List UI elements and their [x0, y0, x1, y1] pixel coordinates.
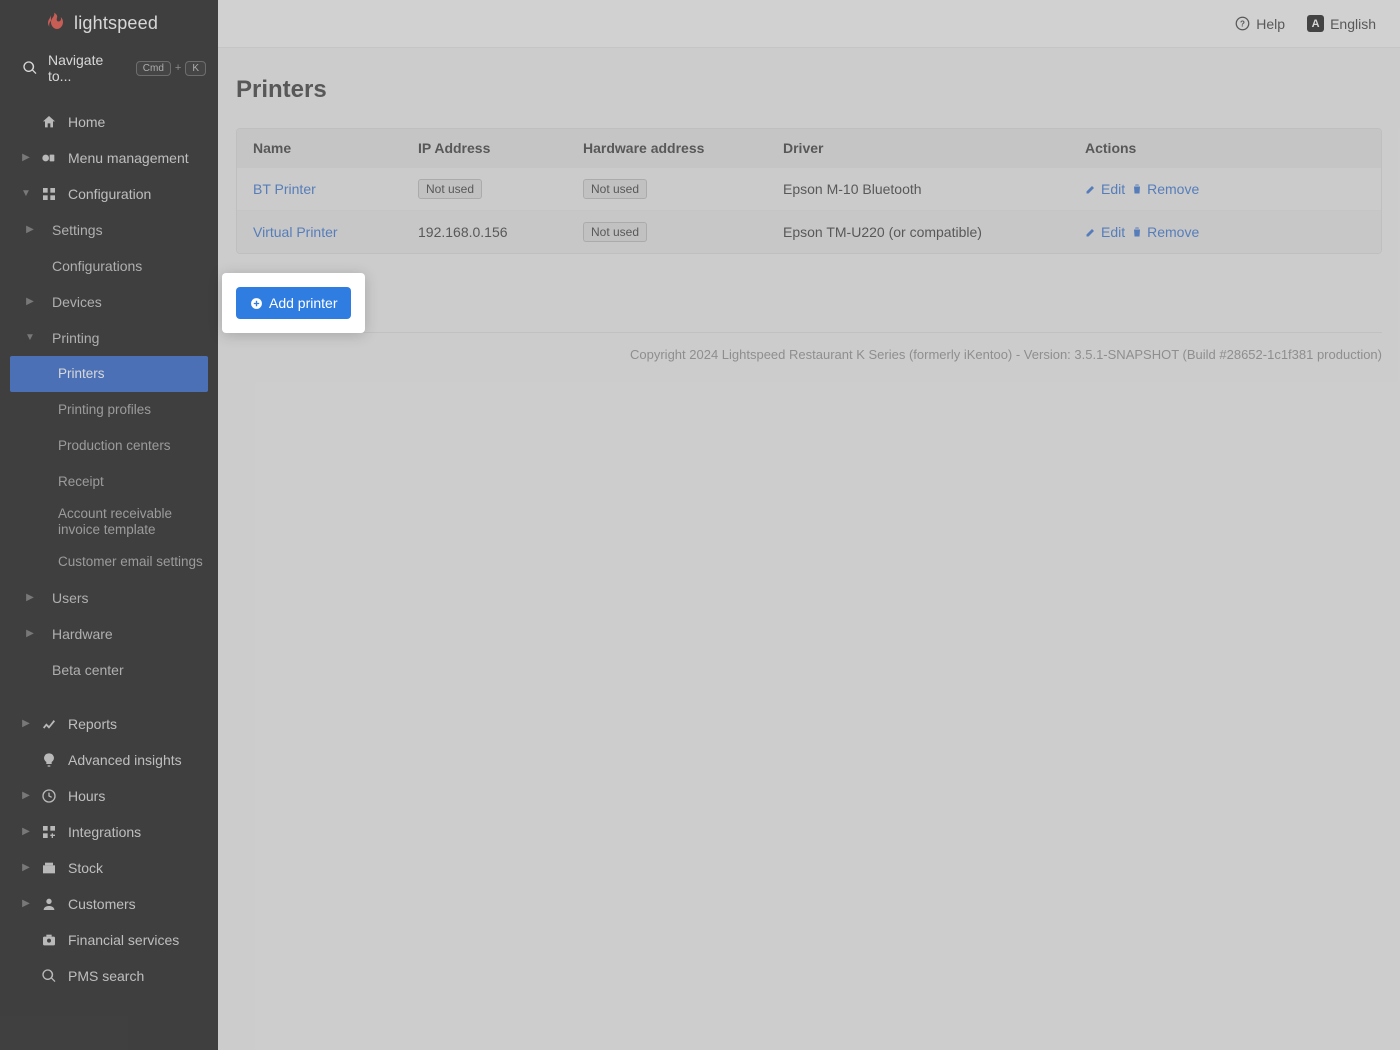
- printer-name-link[interactable]: Virtual Printer: [253, 224, 338, 240]
- col-actions: Actions: [1069, 129, 1381, 167]
- svg-text:?: ?: [1240, 20, 1245, 29]
- nav-menu-mgmt[interactable]: ▶Menu management: [0, 140, 218, 176]
- edit-link[interactable]: Edit: [1085, 224, 1125, 240]
- printers-table: Name IP Address Hardware address Driver …: [236, 128, 1382, 254]
- nav-integrations[interactable]: ▶Integrations: [0, 814, 218, 850]
- plus-circle-icon: [250, 297, 263, 310]
- language-badge-icon: A: [1307, 15, 1324, 32]
- nav-users[interactable]: ▶Users: [0, 580, 218, 616]
- not-used-badge: Not used: [418, 179, 482, 199]
- nav-cust-email[interactable]: Customer email settings: [0, 544, 218, 580]
- edit-icon: [1085, 183, 1097, 195]
- col-ip: IP Address: [402, 129, 567, 167]
- nav-devices[interactable]: ▶Devices: [0, 284, 218, 320]
- nav-configurations[interactable]: Configurations: [0, 248, 218, 284]
- footer-text: Copyright 2024 Lightspeed Restaurant K S…: [236, 332, 1382, 362]
- grid-icon: [40, 185, 58, 203]
- edit-icon: [1085, 226, 1097, 238]
- nav-hours[interactable]: ▶Hours: [0, 778, 218, 814]
- search-icon: [22, 60, 38, 76]
- edit-link[interactable]: Edit: [1085, 181, 1125, 197]
- user-icon: [40, 895, 58, 913]
- clock-icon: [40, 787, 58, 805]
- topbar: ? Help A English: [218, 0, 1400, 48]
- trash-icon: [1131, 226, 1143, 238]
- nav-stock[interactable]: ▶Stock: [0, 850, 218, 886]
- table-header: Name IP Address Hardware address Driver …: [237, 129, 1381, 167]
- nav-pms[interactable]: PMS search: [0, 958, 218, 994]
- nav-printing-profiles[interactable]: Printing profiles: [0, 392, 218, 428]
- kbd-shortcut: Cmd + K: [136, 61, 206, 76]
- table-row: Virtual Printer 192.168.0.156 Not used E…: [237, 210, 1381, 253]
- language-selector[interactable]: A English: [1307, 15, 1376, 32]
- nav-receipt[interactable]: Receipt: [0, 464, 218, 500]
- menu-icon: [40, 149, 58, 167]
- nav-production-centers[interactable]: Production centers: [0, 428, 218, 464]
- brand-logo: lightspeed: [0, 0, 218, 44]
- stock-icon: [40, 859, 58, 877]
- help-link[interactable]: ? Help: [1235, 16, 1285, 32]
- nav-home[interactable]: Home: [0, 104, 218, 140]
- nav-insights[interactable]: Advanced insights: [0, 742, 218, 778]
- printer-name-link[interactable]: BT Printer: [253, 181, 316, 197]
- nav-hardware[interactable]: ▶Hardware: [0, 616, 218, 652]
- brand-text: lightspeed: [74, 13, 158, 34]
- driver-text: Epson M-10 Bluetooth: [767, 170, 1069, 208]
- nav-printers[interactable]: Printers: [10, 356, 208, 392]
- remove-link[interactable]: Remove: [1131, 181, 1199, 197]
- nav-beta[interactable]: Beta center: [0, 652, 218, 688]
- col-name: Name: [237, 129, 402, 167]
- chart-icon: [40, 715, 58, 733]
- integrations-icon: [40, 823, 58, 841]
- nav-search-placeholder: Navigate to...: [48, 52, 126, 84]
- nav-settings[interactable]: ▶Settings: [0, 212, 218, 248]
- lightbulb-icon: [40, 751, 58, 769]
- col-driver: Driver: [767, 129, 1069, 167]
- nav-configuration[interactable]: ▼Configuration: [0, 176, 218, 212]
- camera-icon: [40, 931, 58, 949]
- sidebar: lightspeed Navigate to... Cmd + K Home ▶…: [0, 0, 218, 1050]
- col-hw: Hardware address: [567, 129, 767, 167]
- nav-fin-services[interactable]: Financial services: [0, 922, 218, 958]
- driver-text: Epson TM-U220 (or compatible): [767, 213, 1069, 251]
- add-printer-button[interactable]: Add printer: [236, 287, 351, 319]
- main-content: Printers Name IP Address Hardware addres…: [218, 48, 1400, 1050]
- flame-icon: [48, 12, 66, 34]
- nav-printing[interactable]: ▼Printing: [0, 320, 218, 356]
- not-used-badge: Not used: [583, 179, 647, 199]
- nav-ar-invoice[interactable]: Account receivable invoice template: [0, 500, 218, 544]
- add-printer-highlight: Add printer: [222, 273, 365, 333]
- search-icon: [40, 967, 58, 985]
- nav-reports[interactable]: ▶Reports: [0, 706, 218, 742]
- ip-text: 192.168.0.156: [402, 213, 567, 251]
- trash-icon: [1131, 183, 1143, 195]
- nav-list: Home ▶Menu management ▼Configuration ▶Se…: [0, 96, 218, 994]
- remove-link[interactable]: Remove: [1131, 224, 1199, 240]
- nav-customers[interactable]: ▶Customers: [0, 886, 218, 922]
- not-used-badge: Not used: [583, 222, 647, 242]
- help-icon: ?: [1235, 16, 1250, 31]
- page-title: Printers: [236, 76, 1382, 104]
- table-row: BT Printer Not used Not used Epson M-10 …: [237, 167, 1381, 210]
- nav-search[interactable]: Navigate to... Cmd + K: [0, 44, 218, 96]
- home-icon: [40, 113, 58, 131]
